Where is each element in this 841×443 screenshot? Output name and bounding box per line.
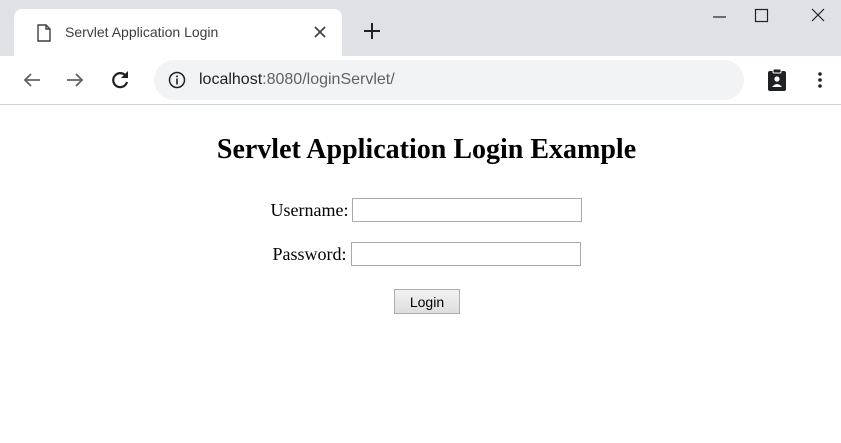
page-content: Servlet Application Login Example Userna… (0, 105, 841, 443)
url-text[interactable]: localhost:8080/loginServlet/ (199, 70, 395, 90)
clipboard-icon[interactable] (766, 68, 788, 92)
address-bar[interactable]: localhost:8080/loginServlet/ (154, 60, 744, 100)
url-path: :8080/loginServlet/ (262, 71, 395, 88)
username-label: Username: (270, 200, 349, 220)
reload-icon[interactable] (108, 68, 132, 92)
browser-toolbar: localhost:8080/loginServlet/ (0, 56, 841, 105)
close-tab-icon[interactable] (310, 22, 330, 42)
close-window-icon[interactable] (795, 0, 841, 36)
page-title: Servlet Application Login Example (216, 134, 637, 165)
page-icon (37, 24, 51, 42)
browser-window: Servlet Application Login localhost:8080… (0, 0, 841, 443)
new-tab-icon[interactable] (360, 19, 384, 43)
forward-arrow-icon[interactable] (63, 68, 87, 92)
info-icon[interactable] (168, 71, 186, 89)
password-label: Password: (272, 244, 347, 264)
username-input[interactable] (352, 198, 583, 222)
password-input[interactable] (350, 242, 581, 266)
tab-strip: Servlet Application Login (0, 0, 841, 56)
more-menu-icon[interactable] (812, 68, 828, 92)
maximize-icon[interactable] (738, 0, 784, 36)
tab-servlet-login[interactable]: Servlet Application Login (14, 9, 342, 56)
login-button[interactable]: Login (394, 289, 460, 314)
password-row: Password: (0, 242, 841, 266)
back-arrow-icon[interactable] (20, 68, 44, 92)
minimize-icon[interactable] (696, 0, 742, 36)
username-row: Username: (0, 198, 841, 222)
url-host: localhost (199, 71, 263, 88)
tab-title: Servlet Application Login (65, 24, 219, 40)
